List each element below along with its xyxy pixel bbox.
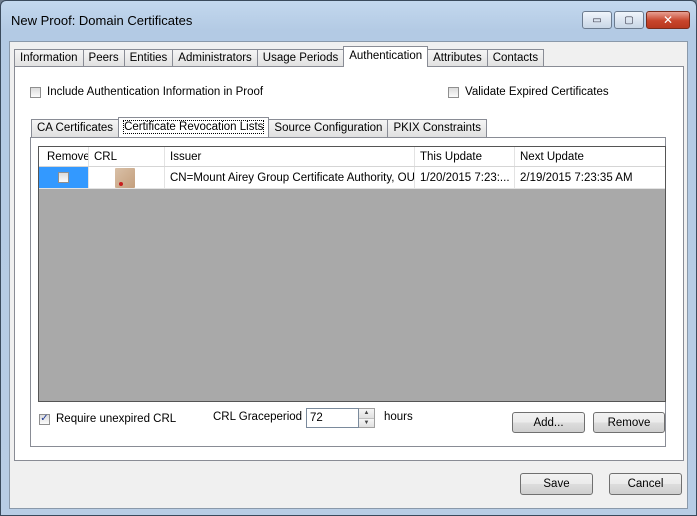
next-update-cell: 2/19/2015 7:23:35 AM [515,167,665,189]
column-header-remove[interactable]: Remove [39,147,89,166]
main-tab-strip: Information Peers Entities Administrator… [14,46,545,67]
maximize-icon: ▢ [624,14,634,26]
column-header-this-update[interactable]: This Update [415,147,515,166]
tab-attributes[interactable]: Attributes [427,49,488,67]
grace-period-label: CRL Graceperiod [213,411,303,423]
column-header-issuer[interactable]: Issuer [165,147,415,166]
crl-grid-header: Remove CRL Issuer This Update Next Updat… [39,147,665,167]
spinner-buttons: ▲ ▼ [359,408,375,428]
save-button[interactable]: Save [520,473,593,495]
cancel-button[interactable]: Cancel [609,473,682,495]
tab-information[interactable]: Information [14,49,84,67]
tab-usage-periods[interactable]: Usage Periods [256,49,345,67]
tab-ca-certificates[interactable]: CA Certificates [31,119,120,137]
tab-contacts[interactable]: Contacts [486,49,545,67]
require-unexpired-label: Require unexpired CRL [56,413,177,425]
caption-buttons: ▭ ▢ ✕ [582,11,690,29]
window-title: New Proof: Domain Certificates [11,13,193,28]
remove-crl-button[interactable]: Remove [593,412,665,433]
authentication-panel: Include Authentication Information in Pr… [14,66,684,461]
tab-authentication[interactable]: Authentication [343,46,429,67]
validate-expired-label: Validate Expired Certificates [465,86,609,98]
minimize-icon: ▭ [592,14,602,26]
column-header-next-update[interactable]: Next Update [515,147,665,166]
include-auth-info-option[interactable]: Include Authentication Information in Pr… [30,86,263,98]
spin-down-icon[interactable]: ▼ [359,418,374,427]
spin-up-icon[interactable]: ▲ [359,409,374,419]
include-auth-info-label: Include Authentication Information in Pr… [47,86,264,98]
crl-grid[interactable]: Remove CRL Issuer This Update Next Updat… [38,146,666,402]
require-unexpired-checkbox[interactable]: ✓ [39,413,50,425]
remove-row-checkbox[interactable] [58,172,69,183]
tab-peers[interactable]: Peers [82,49,125,67]
minimize-button[interactable]: ▭ [582,11,612,29]
remove-cell [39,167,89,189]
require-unexpired-option[interactable]: ✓ Require unexpired CRL [39,413,176,425]
validate-expired-checkbox[interactable] [448,86,459,98]
table-row[interactable]: CN=Mount Airey Group Certificate Authori… [39,167,665,189]
tab-certificate-revocation-lists[interactable]: Certificate Revocation Lists [118,117,270,137]
title-bar[interactable]: New Proof: Domain Certificates ▭ ▢ ✕ [1,1,696,41]
tab-entities[interactable]: Entities [123,49,174,67]
close-button[interactable]: ✕ [646,11,690,29]
maximize-button[interactable]: ▢ [614,11,644,29]
crl-panel: Remove CRL Issuer This Update Next Updat… [30,137,666,447]
grace-period-input[interactable] [306,408,359,428]
grace-period-spinner: ▲ ▼ [306,408,375,428]
issuer-cell: CN=Mount Airey Group Certificate Authori… [165,167,415,189]
crl-tab-strip: CA Certificates Certificate Revocation L… [31,117,488,137]
certificate-icon [115,167,135,188]
column-header-crl[interactable]: CRL [89,147,165,166]
tab-pkix-constraints[interactable]: PKIX Constraints [387,119,488,137]
validate-expired-option[interactable]: Validate Expired Certificates [448,86,609,98]
grace-period-unit: hours [384,411,413,423]
tab-administrators[interactable]: Administrators [172,49,258,67]
close-icon: ✕ [662,13,674,27]
dialog-window: New Proof: Domain Certificates ▭ ▢ ✕ Inf… [0,0,697,516]
add-crl-button[interactable]: Add... [512,412,585,433]
dialog-client-area: Information Peers Entities Administrator… [9,41,688,509]
this-update-cell: 1/20/2015 7:23:... [415,167,515,189]
include-auth-info-checkbox[interactable] [30,86,41,98]
tab-source-configuration[interactable]: Source Configuration [268,119,389,137]
crl-cell [89,167,165,189]
